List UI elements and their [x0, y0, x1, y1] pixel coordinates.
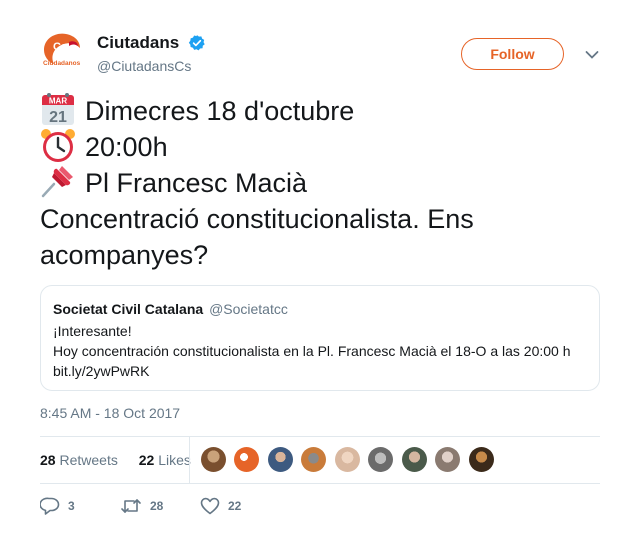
engagement-stats: 28 Retweets 22 Likes — [40, 447, 200, 473]
chevron-down-icon[interactable] — [585, 50, 599, 60]
liker-avatar[interactable] — [234, 447, 260, 472]
retweet-icon — [121, 499, 141, 513]
tweet-date-text: Dimecres 18 d'octubre — [85, 96, 355, 126]
liker-avatar[interactable] — [334, 447, 360, 472]
verified-badge-icon — [188, 35, 205, 51]
liker-avatar[interactable] — [435, 447, 461, 472]
retweet-count: 28 — [150, 498, 164, 513]
stats-separator — [189, 436, 190, 483]
likes-stat[interactable]: 22 Likes — [139, 447, 191, 473]
heart-icon — [200, 497, 220, 515]
liker-avatar[interactable] — [368, 447, 394, 472]
logo-text: Ciudadanos — [43, 60, 81, 67]
retweets-stat[interactable]: 28 Retweets — [40, 447, 118, 473]
liker-avatar[interactable] — [401, 447, 427, 472]
quoted-author-name[interactable]: Societat Civil Catalana — [53, 301, 203, 317]
account-handle[interactable]: @CiutadansCs — [97, 58, 206, 74]
likes-count: 22 — [138, 452, 155, 468]
follow-button[interactable]: Follow — [461, 38, 564, 70]
retweet-button[interactable]: 28 — [120, 495, 163, 515]
retweets-label: Retweets — [59, 452, 118, 468]
tweet-timestamp[interactable]: 8:45 AM - 18 Oct 2017 — [40, 405, 180, 421]
likes-label: Likes — [158, 452, 191, 468]
liker-avatar[interactable] — [301, 447, 327, 472]
retweets-count: 28 — [40, 452, 56, 468]
quoted-author-handle[interactable]: @Societatcc — [209, 301, 288, 317]
reply-count: 3 — [68, 498, 75, 513]
account-avatar[interactable]: Cs Ciudadanos — [40, 30, 84, 74]
reply-icon — [39, 497, 60, 515]
tweet-line-date: MAR 21 Dimecres 18 d'octubre — [40, 93, 600, 129]
tweet-line-place: Pl Francesc Macià — [40, 165, 600, 201]
like-button[interactable]: 22 — [200, 495, 241, 515]
liker-avatars — [201, 447, 498, 473]
tweet-time-text: 20:00h — [85, 132, 168, 162]
tweet-line-time: 20:00h — [40, 129, 600, 165]
like-count: 22 — [228, 498, 242, 513]
calendar-day: 21 — [49, 109, 67, 126]
tweet-text: MAR 21 Dimecres 18 d'octubre 20:00h Pl F… — [40, 93, 600, 273]
logo-mark: Cs — [53, 41, 67, 53]
liker-avatar[interactable] — [201, 447, 226, 472]
alarm-clock-icon — [41, 129, 75, 162]
liker-avatar[interactable] — [267, 447, 293, 472]
tweet-body-text: Concentració constitucionalista. Ens aco… — [40, 204, 474, 270]
quoted-line-1: ¡Interesante! — [53, 323, 132, 339]
divider-top — [40, 436, 600, 437]
quoted-link[interactable]: bit.ly/2ywPwRK — [53, 361, 587, 381]
reply-button[interactable]: 3 — [39, 495, 75, 515]
calendar-icon: MAR 21 — [42, 93, 74, 126]
liker-avatar[interactable] — [468, 447, 494, 472]
quoted-line-2: Hoy concentración constitucionalista en … — [53, 343, 571, 359]
quoted-tweet[interactable]: Societat Civil Catalana @Societatcc ¡Int… — [40, 285, 600, 391]
divider-bottom — [40, 483, 600, 484]
display-name[interactable]: Ciutadans — [97, 33, 179, 53]
tweet-header: Cs Ciudadanos Ciutadans @CiutadansCs Fol… — [40, 30, 600, 80]
calendar-month: MAR — [49, 97, 67, 106]
pushpin-icon — [41, 166, 73, 198]
tweet-place-text: Pl Francesc Macià — [85, 168, 308, 198]
